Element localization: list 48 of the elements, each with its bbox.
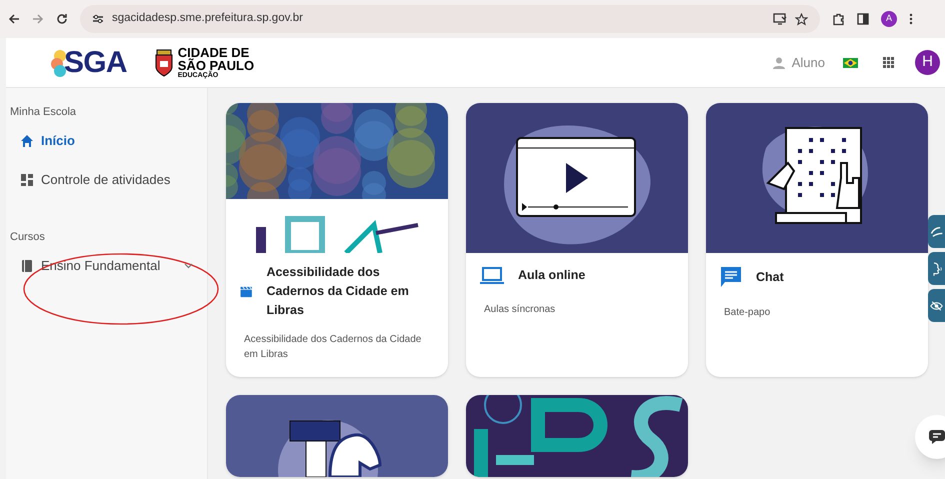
install-icon[interactable] [773, 13, 787, 25]
book-icon [20, 258, 34, 272]
user-role-label: Aluno [792, 54, 825, 72]
sga-logo-text: SGA [64, 45, 127, 81]
back-icon[interactable] [8, 13, 20, 25]
dashboard-icon [20, 173, 34, 187]
bookmark-star-icon[interactable] [795, 12, 808, 26]
card-description: Aulas síncronas [483, 303, 556, 317]
chess-pieces-card[interactable] [226, 395, 448, 477]
message-icon [929, 430, 945, 444]
sign-language-button[interactable] [928, 215, 945, 248]
laptop-icon [480, 266, 504, 284]
low-vision-button[interactable] [928, 289, 945, 322]
hands-icon [930, 226, 943, 238]
city-logo-text: SÃO PAULO [178, 59, 254, 72]
section-heading: Minha Escola [9, 105, 78, 120]
audio-description-button[interactable] [928, 252, 945, 285]
course-card[interactable]: Acessibilidade dos Cadernos da Cidade em Libras Acessibilidade dos Cadernos da Cidade em Libras [226, 103, 448, 377]
brazil-flag-icon[interactable] [843, 58, 858, 68]
chevron-icon [184, 262, 193, 268]
profile-avatar[interactable]: A [881, 11, 897, 27]
section-heading: Cursos [9, 230, 46, 244]
home-icon [20, 134, 34, 148]
extensions-icon[interactable] [832, 12, 845, 26]
city-logo-text: CIDADE DE [178, 46, 250, 59]
course-card[interactable]: Aula online Aulas síncronas [466, 103, 688, 377]
apps-grid-icon[interactable] [883, 57, 894, 68]
lbs-logo-card[interactable] [466, 395, 688, 477]
side-panel-icon[interactable] [857, 13, 869, 25]
address-bar[interactable]: sgacidadesp.sme.prefeitura.sp.gov.br [80, 5, 820, 33]
speaking-head-icon [930, 262, 942, 276]
more-icon[interactable] [909, 13, 913, 25]
city-crest-icon [152, 48, 175, 76]
card-title: Acessibilidade dos Cadernos da Cidade em Libras [266, 264, 410, 319]
card-description: Bate-papo [723, 306, 772, 320]
user-avatar[interactable]: H [915, 50, 940, 75]
hidden-eye-icon [930, 300, 943, 310]
user-icon [772, 56, 785, 68]
sidebar-item[interactable]: Controle de atividades [6, 162, 207, 198]
sidebar-item[interactable]: Início [6, 122, 207, 160]
card-title: Aula online [518, 267, 586, 284]
url-text: sgacidadesp.sme.prefeitura.sp.gov.br [112, 11, 304, 26]
card-description: Acessibilidade dos Cadernos da Cidade em Libras [243, 333, 422, 362]
card-title: Chat [756, 268, 784, 286]
course-card[interactable]: Chat Bate-papo [706, 103, 928, 377]
site-settings-icon[interactable] [92, 14, 104, 24]
reload-icon[interactable] [56, 13, 68, 25]
chat-icon [720, 266, 742, 288]
